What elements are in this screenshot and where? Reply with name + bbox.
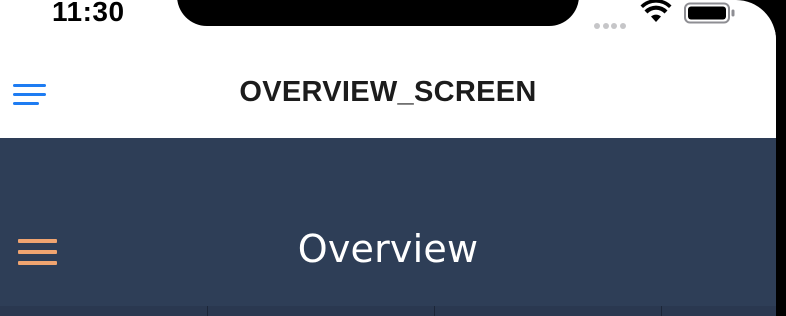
status-bar: 11:30 xyxy=(0,0,776,30)
tab-divider xyxy=(207,306,208,316)
status-time: 11:30 xyxy=(52,0,125,27)
navigation-bar: OVERVIEW_SCREEN xyxy=(0,30,776,138)
wifi-icon xyxy=(640,0,672,22)
page-title: Overview xyxy=(297,227,479,271)
phone-screen: 11:30 OVERVIEW_SCREEN Overview xyxy=(0,0,776,316)
nav-title: OVERVIEW_SCREEN xyxy=(239,76,537,108)
tab-divider xyxy=(661,306,662,316)
tab-divider xyxy=(434,306,435,316)
overview-content: Overview xyxy=(0,138,776,316)
cellular-signal-icon xyxy=(594,16,634,29)
device-notch xyxy=(177,0,579,26)
battery-icon xyxy=(684,2,735,24)
tab-strip xyxy=(0,306,776,316)
